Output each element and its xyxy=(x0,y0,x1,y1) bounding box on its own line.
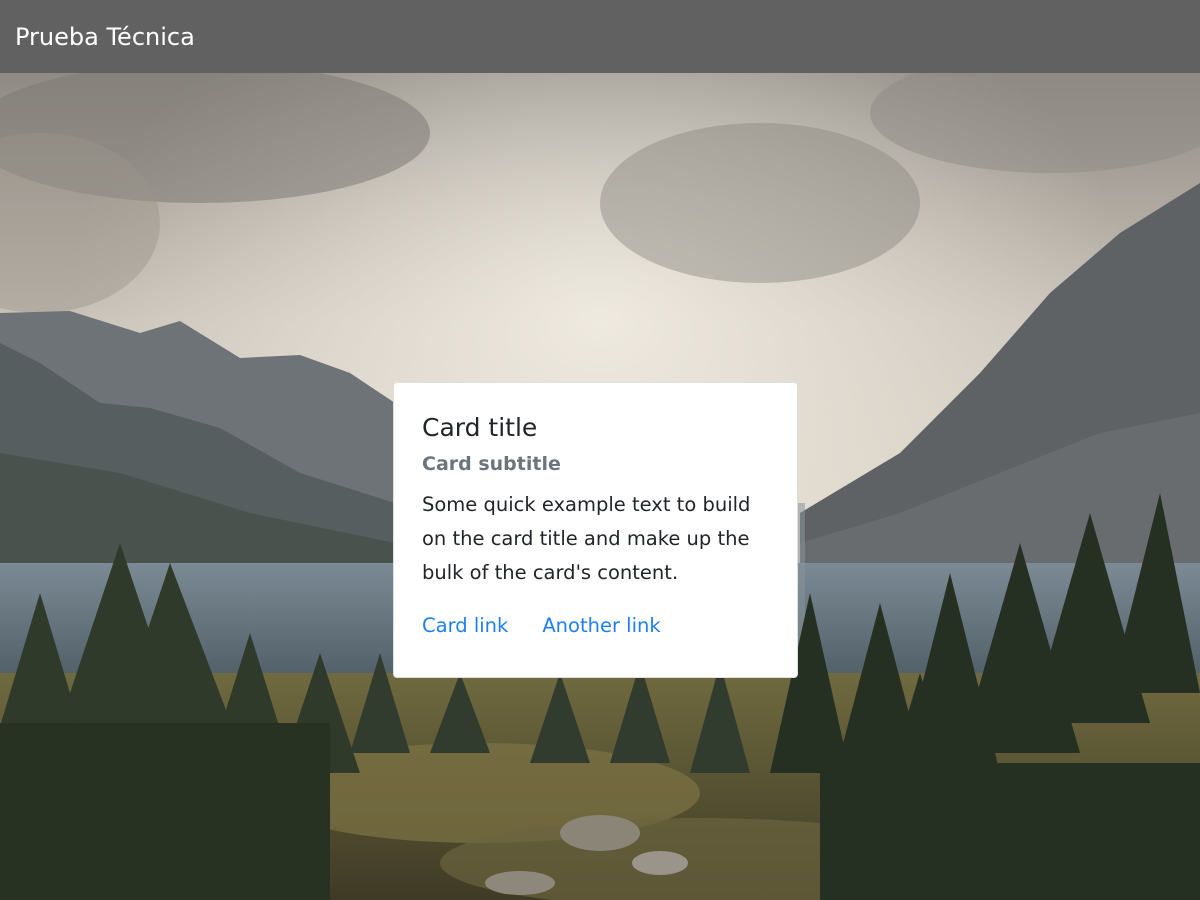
card-links: Card link Another link xyxy=(422,614,769,637)
card-link[interactable]: Card link xyxy=(422,614,508,637)
card: Card title Card subtitle Some quick exam… xyxy=(393,382,798,678)
card-text: Some quick example text to build on the … xyxy=(422,492,751,584)
card-subtitle: Card subtitle xyxy=(422,453,561,475)
another-link[interactable]: Another link xyxy=(542,614,660,637)
navbar-brand[interactable]: Prueba Técnica xyxy=(15,23,195,51)
navbar: Prueba Técnica xyxy=(0,0,1200,73)
card-title: Card title xyxy=(422,413,538,442)
